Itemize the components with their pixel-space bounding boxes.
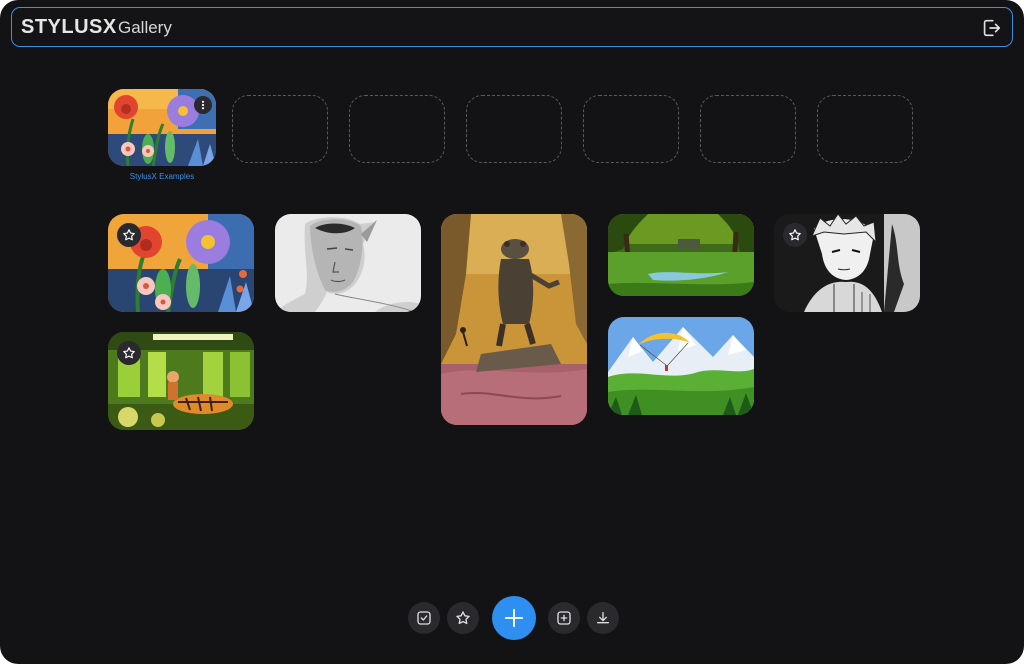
empty-folder-slot[interactable] (466, 95, 562, 163)
gallery-image-manga-boy[interactable] (774, 214, 920, 312)
star-icon (123, 229, 135, 241)
plus-icon (504, 608, 524, 628)
favorites-filter-button[interactable] (447, 602, 479, 634)
logout-button[interactable] (980, 17, 1002, 39)
empty-folder-slot[interactable] (817, 95, 913, 163)
download-button[interactable] (587, 602, 619, 634)
favorite-button[interactable] (117, 223, 141, 247)
app-window: STYLUSX Gallery StylusX Examples (0, 0, 1024, 664)
select-icon (417, 611, 431, 625)
header-bar: STYLUSX Gallery (11, 7, 1013, 47)
brand-logo: STYLUSX (21, 16, 117, 38)
star-icon (456, 611, 470, 625)
empty-folder-slot[interactable] (232, 95, 328, 163)
star-icon (789, 229, 801, 241)
download-icon (597, 612, 609, 624)
folder-label[interactable]: StylusX Examples (108, 172, 216, 181)
gallery-image-paraglider[interactable] (608, 317, 754, 415)
gallery-image-frog-warrior[interactable] (441, 214, 587, 425)
add-folder-button[interactable] (548, 602, 580, 634)
empty-folder-slot[interactable] (583, 95, 679, 163)
add-box-icon (557, 611, 571, 625)
logout-icon (983, 19, 1001, 37)
favorite-button[interactable] (117, 341, 141, 365)
star-icon (123, 347, 135, 359)
gallery-image-forest-stream[interactable] (608, 214, 754, 296)
gallery-image-elf-sketch[interactable] (275, 214, 421, 312)
empty-folder-slot[interactable] (700, 95, 796, 163)
more-vertical-icon (201, 100, 205, 110)
empty-folder-slot[interactable] (349, 95, 445, 163)
page-title: Gallery (118, 18, 172, 37)
select-button[interactable] (408, 602, 440, 634)
favorite-button[interactable] (783, 223, 807, 247)
gallery-image-floral[interactable] (108, 214, 254, 312)
create-button[interactable] (492, 596, 536, 640)
folder-more-button[interactable] (194, 96, 212, 114)
folder-stylusx-examples[interactable] (108, 89, 216, 166)
gallery-image-tiger-subway[interactable] (108, 332, 254, 430)
